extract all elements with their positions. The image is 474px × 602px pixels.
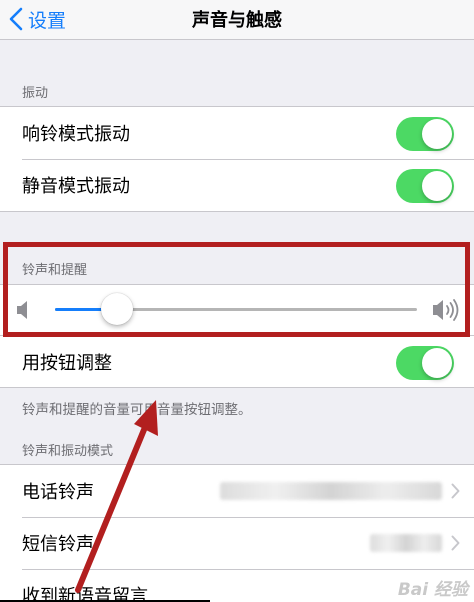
ring-vibrate-label: 响铃模式振动 [22, 124, 130, 145]
speaker-high-icon [433, 299, 459, 321]
ringer-volume-row [0, 284, 474, 336]
ringtone-label: 电话铃声 [22, 482, 94, 503]
ringer-volume-slider[interactable] [55, 293, 417, 325]
section-header-ringer: 铃声和提醒 [22, 263, 88, 278]
chevron-right-icon [451, 535, 460, 551]
text-tone-row[interactable]: 短信铃声 [0, 517, 474, 569]
watermark-logo: Bai 经验 [397, 580, 468, 600]
silent-vibrate-label: 静音模式振动 [22, 176, 130, 197]
section-header-vibration: 振动 [22, 86, 49, 101]
volume-slider-knob[interactable] [100, 293, 133, 325]
ring-vibrate-toggle[interactable] [396, 117, 454, 151]
speaker-low-icon [17, 301, 27, 319]
new-voicemail-label: 收到新语音留言 [22, 586, 148, 602]
ringtone-row[interactable]: 电话铃声 [0, 465, 474, 517]
silent-vibrate-row: 静音模式振动 [0, 159, 474, 211]
section-header-patterns: 铃声和振动模式 [22, 444, 114, 459]
text-tone-label: 短信铃声 [22, 534, 94, 555]
text-tone-value-blurred [370, 534, 442, 552]
page-title: 声音与触感 [192, 10, 282, 31]
silent-vibrate-toggle[interactable] [396, 169, 454, 203]
navigation-bar: 设置 声音与触感 [0, 0, 474, 40]
button-adjust-row: 用按钮调整 [0, 335, 474, 387]
button-adjust-group: 用按钮调整 [0, 335, 474, 388]
ringer-footer-note: 铃声和提醒的音量可用音量按钮调整。 [22, 402, 252, 418]
ring-vibrate-row: 响铃模式振动 [0, 107, 474, 159]
ringtone-value-blurred [220, 482, 442, 500]
chevron-right-icon [451, 483, 460, 499]
vibration-group: 响铃模式振动 静音模式振动 [0, 106, 474, 212]
button-adjust-label: 用按钮调整 [22, 352, 112, 374]
button-adjust-toggle[interactable] [396, 346, 454, 380]
